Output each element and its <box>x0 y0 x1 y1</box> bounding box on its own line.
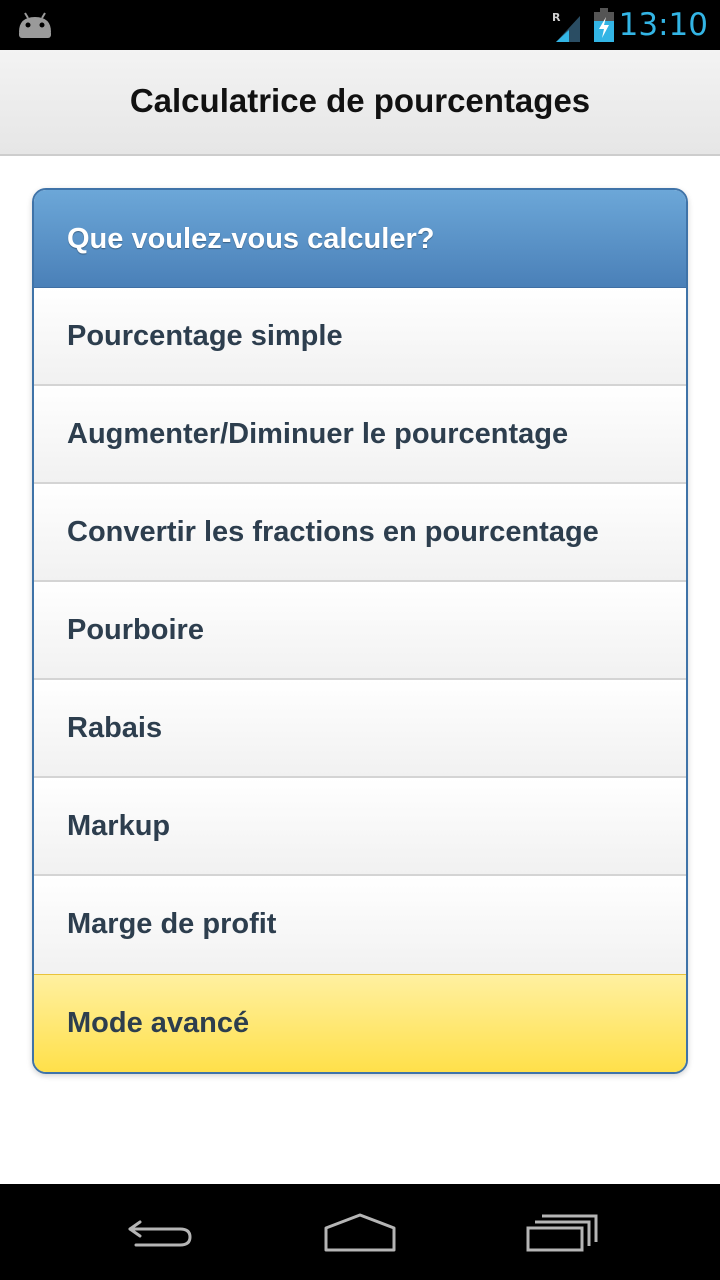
menu-item-markup[interactable]: Markup <box>34 778 686 876</box>
roaming-indicator: R <box>552 11 561 24</box>
menu-item-profit-margin[interactable]: Marge de profit <box>34 876 686 974</box>
battery-charging-icon <box>594 8 614 42</box>
menu-header: Que voulez-vous calculer? <box>34 190 686 288</box>
recent-apps-icon[interactable] <box>522 1212 602 1252</box>
menu-item-tip[interactable]: Pourboire <box>34 582 686 680</box>
back-icon[interactable] <box>120 1212 200 1252</box>
clock: 13:10 <box>618 7 708 43</box>
menu-item-simple-percentage[interactable]: Pourcentage simple <box>34 288 686 386</box>
menu-item-increase-decrease[interactable]: Augmenter/Diminuer le pourcentage <box>34 386 686 484</box>
home-icon[interactable] <box>320 1212 400 1252</box>
navigation-bar <box>0 1184 720 1280</box>
signal-icon: R <box>552 11 580 42</box>
android-icon <box>19 12 51 38</box>
status-bar: R 13:10 <box>0 0 720 50</box>
menu-item-fraction-to-percentage[interactable]: Convertir les fractions en pourcentage <box>34 484 686 582</box>
menu-item-discount[interactable]: Rabais <box>34 680 686 778</box>
menu-item-advanced-mode[interactable]: Mode avancé <box>34 974 686 1072</box>
main-content: Que voulez-vous calculer? Pourcentage si… <box>0 156 720 1184</box>
calculator-menu: Que voulez-vous calculer? Pourcentage si… <box>32 188 688 1074</box>
page-title: Calculatrice de pourcentages <box>129 82 591 119</box>
app-bar: Calculatrice de pourcentages <box>0 50 720 156</box>
